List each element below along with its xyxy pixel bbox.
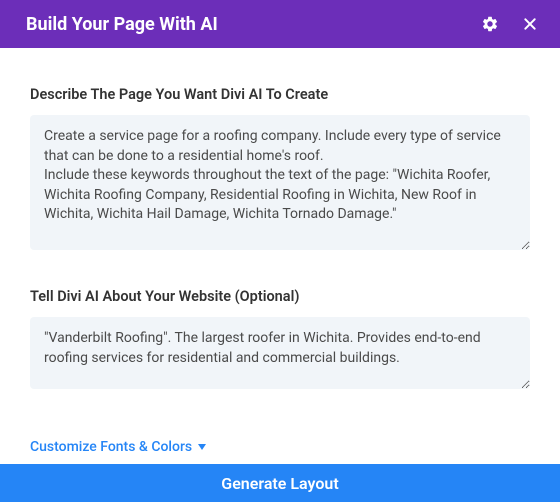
describe-textarea[interactable] bbox=[30, 115, 530, 250]
customize-link-label: Customize Fonts & Colors bbox=[30, 439, 192, 455]
describe-label: Describe The Page You Want Divi AI To Cr… bbox=[30, 86, 530, 103]
settings-button[interactable] bbox=[480, 14, 500, 34]
gear-icon bbox=[481, 15, 499, 33]
close-icon bbox=[522, 16, 538, 32]
close-button[interactable] bbox=[520, 14, 540, 34]
about-label: Tell Divi AI About Your Website (Optiona… bbox=[30, 288, 530, 305]
customize-fonts-colors-link[interactable]: Customize Fonts & Colors bbox=[30, 439, 530, 455]
generate-layout-button[interactable]: Generate Layout bbox=[0, 464, 560, 502]
about-textarea[interactable] bbox=[30, 317, 530, 389]
modal-header: Build Your Page With AI bbox=[0, 0, 560, 48]
modal-footer: Generate Layout bbox=[0, 464, 560, 502]
modal-title: Build Your Page With AI bbox=[26, 14, 480, 35]
modal-content: Describe The Page You Want Divi AI To Cr… bbox=[0, 48, 560, 464]
chevron-down-icon bbox=[198, 444, 206, 450]
header-icons bbox=[480, 14, 540, 34]
